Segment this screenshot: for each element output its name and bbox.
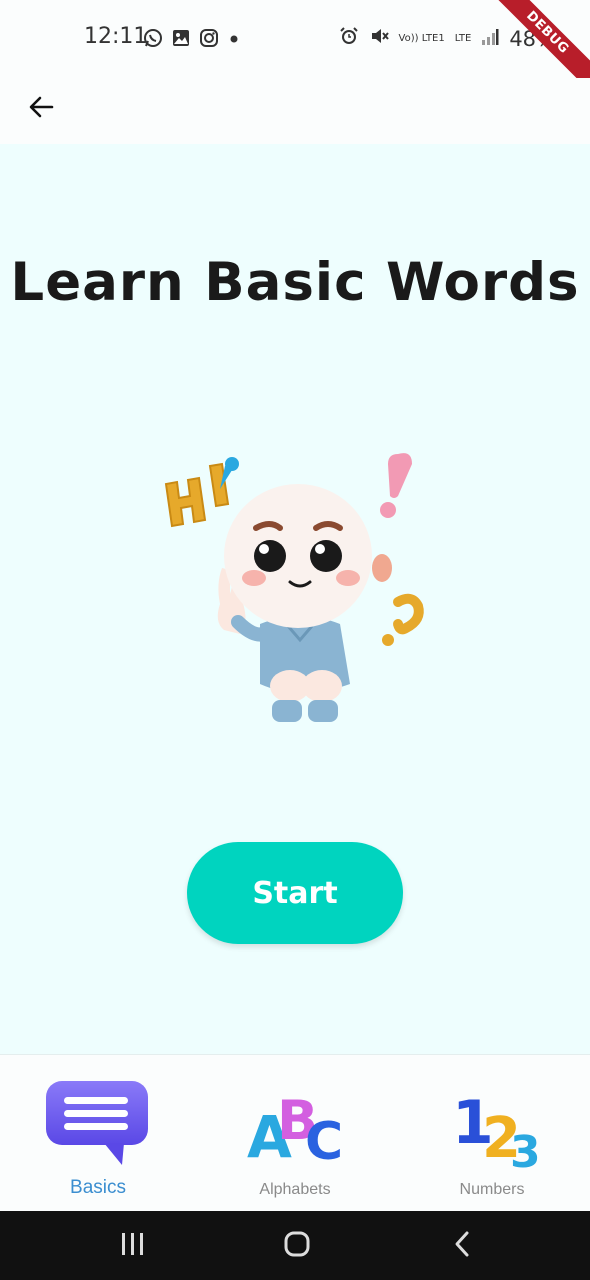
tab-basics-label: Basics — [70, 1177, 126, 1198]
instagram-icon — [199, 28, 219, 52]
mute-icon — [369, 26, 389, 51]
system-back-button[interactable] — [442, 1228, 482, 1264]
status-bar: 12:11 Vo)) LTE1 LTE 48% DEBUG — [0, 0, 590, 101]
tab-basics[interactable]: Basics — [18, 1055, 178, 1212]
recents-icon — [120, 1232, 146, 1260]
volte-indicator: Vo)) LTE1 — [398, 33, 445, 44]
speech-bubble-icon — [44, 1077, 152, 1167]
back-icon — [452, 1230, 472, 1262]
status-time: 12:11 — [84, 24, 148, 49]
signal-icon — [481, 27, 499, 51]
abc-blocks-icon: A B C — [241, 1077, 349, 1172]
arrow-left-icon — [27, 93, 55, 125]
svg-text:3: 3 — [510, 1127, 541, 1169]
tab-numbers[interactable]: 1 2 3 Numbers — [412, 1055, 572, 1212]
recents-button[interactable] — [113, 1228, 153, 1264]
hi-balloon-text — [164, 457, 239, 528]
tab-numbers-label: Numbers — [459, 1181, 525, 1198]
app-bar — [0, 78, 590, 144]
tab-alphabets[interactable]: A B C Alphabets — [215, 1055, 375, 1212]
notification-dot-icon — [227, 31, 241, 50]
alarm-icon — [339, 26, 359, 51]
cartoon-child-hi-illustration — [150, 444, 430, 734]
back-button[interactable] — [20, 88, 62, 130]
gallery-icon — [171, 28, 191, 52]
main-content: Learn Basic Words Start — [0, 144, 590, 1054]
whatsapp-icon — [143, 28, 163, 52]
svg-text:C: C — [305, 1112, 343, 1167]
page-title: Learn Basic Words — [10, 252, 580, 313]
home-button[interactable] — [277, 1228, 317, 1264]
lte-indicator: LTE — [454, 33, 472, 44]
bottom-navigation: Basics A B C Alphabets 1 2 3 Numbers — [0, 1054, 590, 1211]
home-icon — [283, 1230, 311, 1262]
system-navigation-bar — [0, 1211, 590, 1280]
start-button[interactable]: Start — [187, 842, 403, 944]
123-numbers-icon: 1 2 3 — [438, 1077, 546, 1178]
tab-alphabets-label: Alphabets — [259, 1181, 331, 1198]
